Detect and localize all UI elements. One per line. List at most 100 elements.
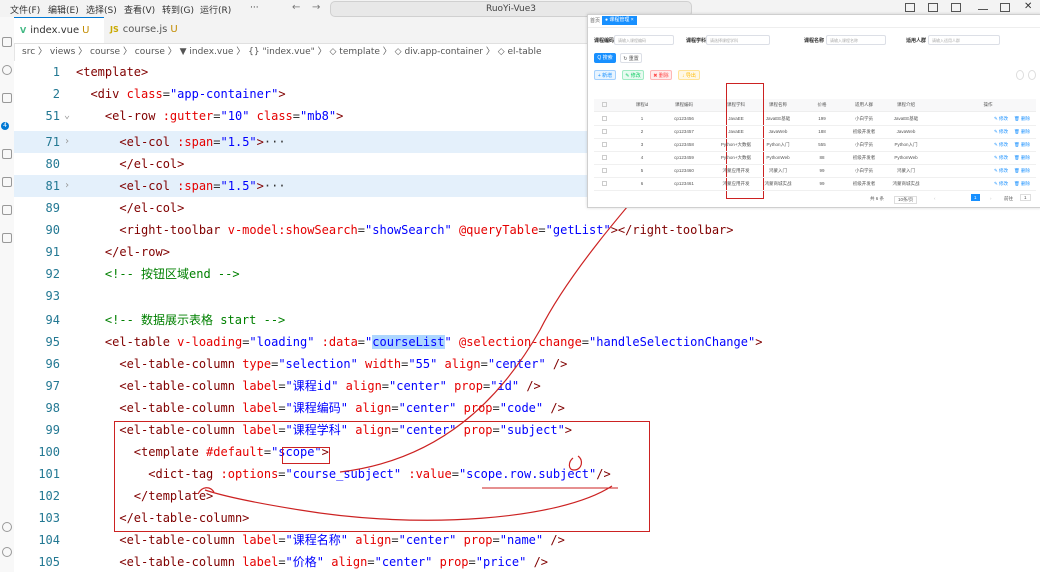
preview-tab-active[interactable]: ● 课程管理 ×	[602, 16, 637, 25]
preview-table-cell: 小白学员	[855, 142, 873, 147]
preview-table-cell: PythonWeb	[894, 155, 918, 160]
preview-pager-total: 共 6 条	[870, 196, 885, 201]
preview-column-header: 课程名称	[769, 102, 787, 107]
preview-tab-home[interactable]: 首页	[590, 17, 600, 24]
preview-table-cell: 小白学员	[855, 168, 873, 173]
preview-table-cell: 6	[640, 181, 644, 186]
preview-table-row[interactable]: 1 cp123456 JavaEE JavaEE基础 199 小白学员 JavaEE基础 ✎ …	[594, 112, 1036, 126]
preview-row-edit-link[interactable]: ✎ 修改	[994, 116, 1008, 122]
preview-pager-goto-label: 前往	[1004, 196, 1013, 201]
preview-filter-input[interactable]: 请输入适用人群	[928, 35, 1000, 45]
preview-filter-select[interactable]: 请选择课程学科	[706, 35, 770, 45]
preview-toggle-search-icon[interactable]	[1016, 70, 1024, 80]
app-preview-screenshot: 首页 ● 课程管理 × 课程编码 请输入课程编码 课程学科 请选择课程学科 课程…	[587, 14, 1040, 208]
preview-table-cell: 3	[640, 142, 644, 147]
preview-pager-next-icon[interactable]: ›	[990, 196, 992, 201]
preview-table-cell: 99	[819, 168, 825, 173]
preview-row-checkbox[interactable]	[602, 142, 607, 147]
preview-table-cell: 鸿蒙入门	[897, 168, 915, 173]
preview-row-delete-link[interactable]: 🗑 删除	[1014, 155, 1030, 161]
preview-column-header: 操作	[983, 102, 993, 107]
annotation-curve-scope	[204, 485, 613, 521]
preview-row-edit-link[interactable]: ✎ 修改	[994, 168, 1008, 174]
preview-table-cell: Python+大数据	[720, 155, 752, 160]
preview-table-cell: JavaEE基础	[893, 116, 919, 121]
preview-pager-size-select[interactable]: 10条/页	[894, 196, 918, 204]
preview-filter-label: 课程学科	[686, 38, 707, 44]
preview-table-cell: cp123460	[674, 168, 694, 173]
preview-table-cell: 初级开发者	[852, 129, 876, 134]
preview-pager-goto-input[interactable]: 1	[1020, 194, 1031, 201]
preview-table-cell: 2	[640, 129, 644, 134]
preview-table-row[interactable]: 3 cp123458 Python+大数据 Python入门 555 小白学员 Python…	[594, 138, 1036, 152]
preview-row-checkbox[interactable]	[602, 129, 607, 134]
preview-filter-label: 适用人群	[906, 38, 927, 44]
preview-table-cell: 199	[818, 116, 826, 121]
preview-row-edit-link[interactable]: ✎ 修改	[994, 155, 1008, 161]
preview-select-all-checkbox[interactable]	[602, 102, 607, 107]
preview-row-checkbox[interactable]	[602, 116, 607, 121]
annotation-circle-mark	[568, 455, 583, 471]
preview-row-edit-link[interactable]: ✎ 修改	[994, 181, 1008, 187]
preview-table-cell: 初级开发者	[852, 181, 876, 186]
preview-table-cell: cp123461	[674, 181, 694, 186]
preview-column-header: 课程介绍	[897, 102, 915, 107]
preview-filter-label: 课程名称	[804, 38, 825, 44]
preview-row-edit-link[interactable]: ✎ 修改	[994, 129, 1008, 135]
preview-table-cell: 鸿蒙入门	[769, 168, 787, 173]
preview-add-button[interactable]: + 新增	[594, 70, 616, 80]
preview-row-delete-link[interactable]: 🗑 删除	[1014, 129, 1030, 135]
preview-table-cell: PythonWeb	[766, 155, 790, 160]
preview-table-cell: Python+大数据	[720, 142, 752, 147]
preview-table-cell: 5	[640, 168, 644, 173]
preview-table-cell: JavaEE	[728, 116, 744, 121]
preview-row-checkbox[interactable]	[602, 168, 607, 173]
preview-table-header: 课程id 课程编码 课程学科 课程名称 价格 适用人群 课程介绍 操作	[594, 99, 1036, 112]
preview-table-cell: cp123457	[674, 129, 694, 134]
preview-row-delete-link[interactable]: 🗑 删除	[1014, 181, 1030, 187]
preview-filter-label: 课程编码	[594, 38, 615, 44]
preview-filter-input[interactable]: 请输入课程名称	[826, 35, 886, 45]
preview-table-cell: 555	[818, 142, 826, 147]
preview-table-cell: 鸿蒙商城实战	[892, 181, 920, 186]
preview-table-cell: cp123456	[674, 116, 694, 121]
preview-column-header: 课程编码	[675, 102, 693, 107]
preview-table-row[interactable]: 4 cp123459 Python+大数据 PythonWeb 88 初级开发者 Pytho…	[594, 151, 1036, 165]
preview-column-header: 适用人群	[855, 102, 873, 107]
preview-delete-button[interactable]: ✖ 删除	[650, 70, 672, 80]
preview-table-cell: 99	[819, 181, 825, 186]
preview-row-checkbox[interactable]	[602, 155, 607, 160]
preview-table-cell: 1	[640, 116, 644, 121]
preview-row-edit-link[interactable]: ✎ 修改	[994, 142, 1008, 148]
preview-table-cell: Python入门	[894, 142, 918, 147]
preview-row-delete-link[interactable]: 🗑 删除	[1014, 116, 1030, 122]
preview-table-cell: JavaWeb	[768, 129, 788, 134]
preview-table-cell: JavaEE基础	[765, 116, 791, 121]
preview-table-cell: 鸿蒙应用开发	[722, 181, 750, 186]
preview-table-row[interactable]: 6 cp123461 鸿蒙应用开发 鸿蒙商城实战 99 初级开发者 鸿蒙商城实战 ✎ 修改 🗑 …	[594, 177, 1036, 191]
preview-edit-button[interactable]: ✎ 修改	[622, 70, 644, 80]
preview-table-cell: 88	[819, 155, 825, 160]
preview-table-cell: cp123459	[674, 155, 694, 160]
preview-table-cell: 小白学员	[855, 116, 873, 121]
preview-pager-prev-icon[interactable]: ‹	[934, 196, 936, 201]
preview-table-cell: JavaEE	[728, 129, 744, 134]
preview-table-cell: 188	[818, 129, 826, 134]
preview-pager-current[interactable]: 1	[971, 194, 980, 201]
preview-table-cell: 鸿蒙商城实战	[764, 181, 792, 186]
preview-export-button[interactable]: ↓ 导出	[678, 70, 700, 80]
preview-table-cell: Python入门	[766, 142, 790, 147]
preview-tab-strip: 首页 ● 课程管理 ×	[588, 15, 1040, 28]
preview-row-checkbox[interactable]	[602, 181, 607, 186]
preview-column-header: 价格	[817, 102, 827, 107]
preview-table-row[interactable]: 5 cp123460 鸿蒙应用开发 鸿蒙入门 99 小白学员 鸿蒙入门 ✎ 修改 🗑 删除	[594, 164, 1036, 178]
preview-column-header: 课程id	[635, 102, 649, 107]
preview-search-button[interactable]: Q 搜索	[594, 53, 616, 63]
preview-table-row[interactable]: 2 cp123457 JavaEE JavaWeb 188 初级开发者 JavaWeb ✎ 修…	[594, 125, 1036, 139]
preview-row-delete-link[interactable]: 🗑 删除	[1014, 142, 1030, 148]
preview-refresh-icon[interactable]	[1028, 70, 1036, 80]
preview-row-delete-link[interactable]: 🗑 删除	[1014, 168, 1030, 174]
preview-table-cell: 鸿蒙应用开发	[722, 168, 750, 173]
preview-reset-button[interactable]: ↻ 重置	[620, 53, 642, 63]
preview-filter-input[interactable]: 请输入课程编码	[614, 35, 674, 45]
